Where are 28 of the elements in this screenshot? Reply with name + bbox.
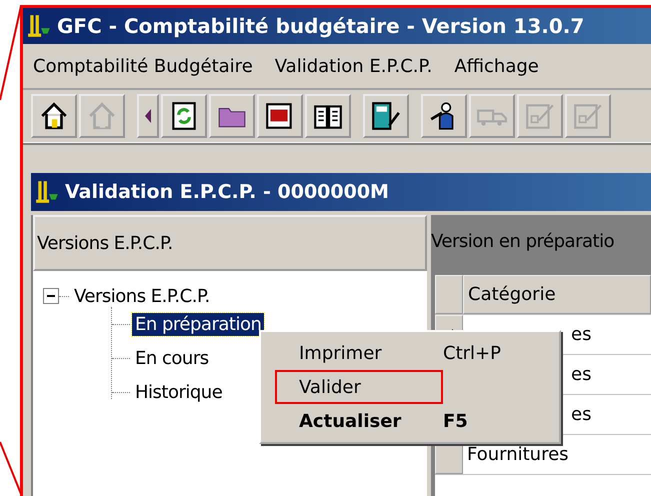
tree-item[interactable]: Versions E.P.C.P. — [71, 284, 213, 308]
window-title: GFC - Comptabilité budgétaire - Version 13.0.7 — [57, 14, 584, 38]
leader-line — [0, 442, 22, 494]
house-icon[interactable] — [31, 94, 77, 138]
table-cell: Fournitures — [467, 444, 569, 465]
panel-header: Versions E.P.C.P. — [33, 215, 427, 271]
calculator-icon[interactable] — [363, 94, 409, 138]
child-window-title: Validation E.P.C.P. - 0000000M — [65, 181, 389, 203]
context-menu-item[interactable]: Valider — [275, 370, 443, 404]
table-cell: es — [571, 324, 592, 345]
table-cell: es — [571, 364, 592, 385]
tree-item[interactable]: En préparation — [132, 312, 264, 336]
table-cell: es — [571, 404, 592, 425]
tree-item[interactable]: En cours — [132, 346, 212, 370]
context-menu-item[interactable]: Imprimer Ctrl+P — [261, 336, 559, 370]
refresh-icon[interactable] — [161, 94, 207, 138]
document-icon[interactable] — [257, 94, 303, 138]
menu-item[interactable]: Validation E.P.C.P. — [274, 56, 432, 76]
column-header[interactable]: Catégorie — [463, 275, 651, 314]
folder-icon[interactable] — [209, 94, 255, 138]
context-menu-item[interactable]: Actualiser F5 — [261, 404, 559, 438]
menu-item[interactable]: Affichage — [454, 56, 539, 76]
panel-header: Version en préparatio — [431, 230, 616, 254]
tree-item[interactable]: Historique — [132, 380, 226, 404]
person-icon[interactable] — [421, 94, 467, 138]
book-icon[interactable] — [305, 94, 351, 138]
collapse-icon[interactable] — [43, 288, 59, 304]
menu-item[interactable]: Comptabilité Budgétaire — [33, 56, 253, 76]
